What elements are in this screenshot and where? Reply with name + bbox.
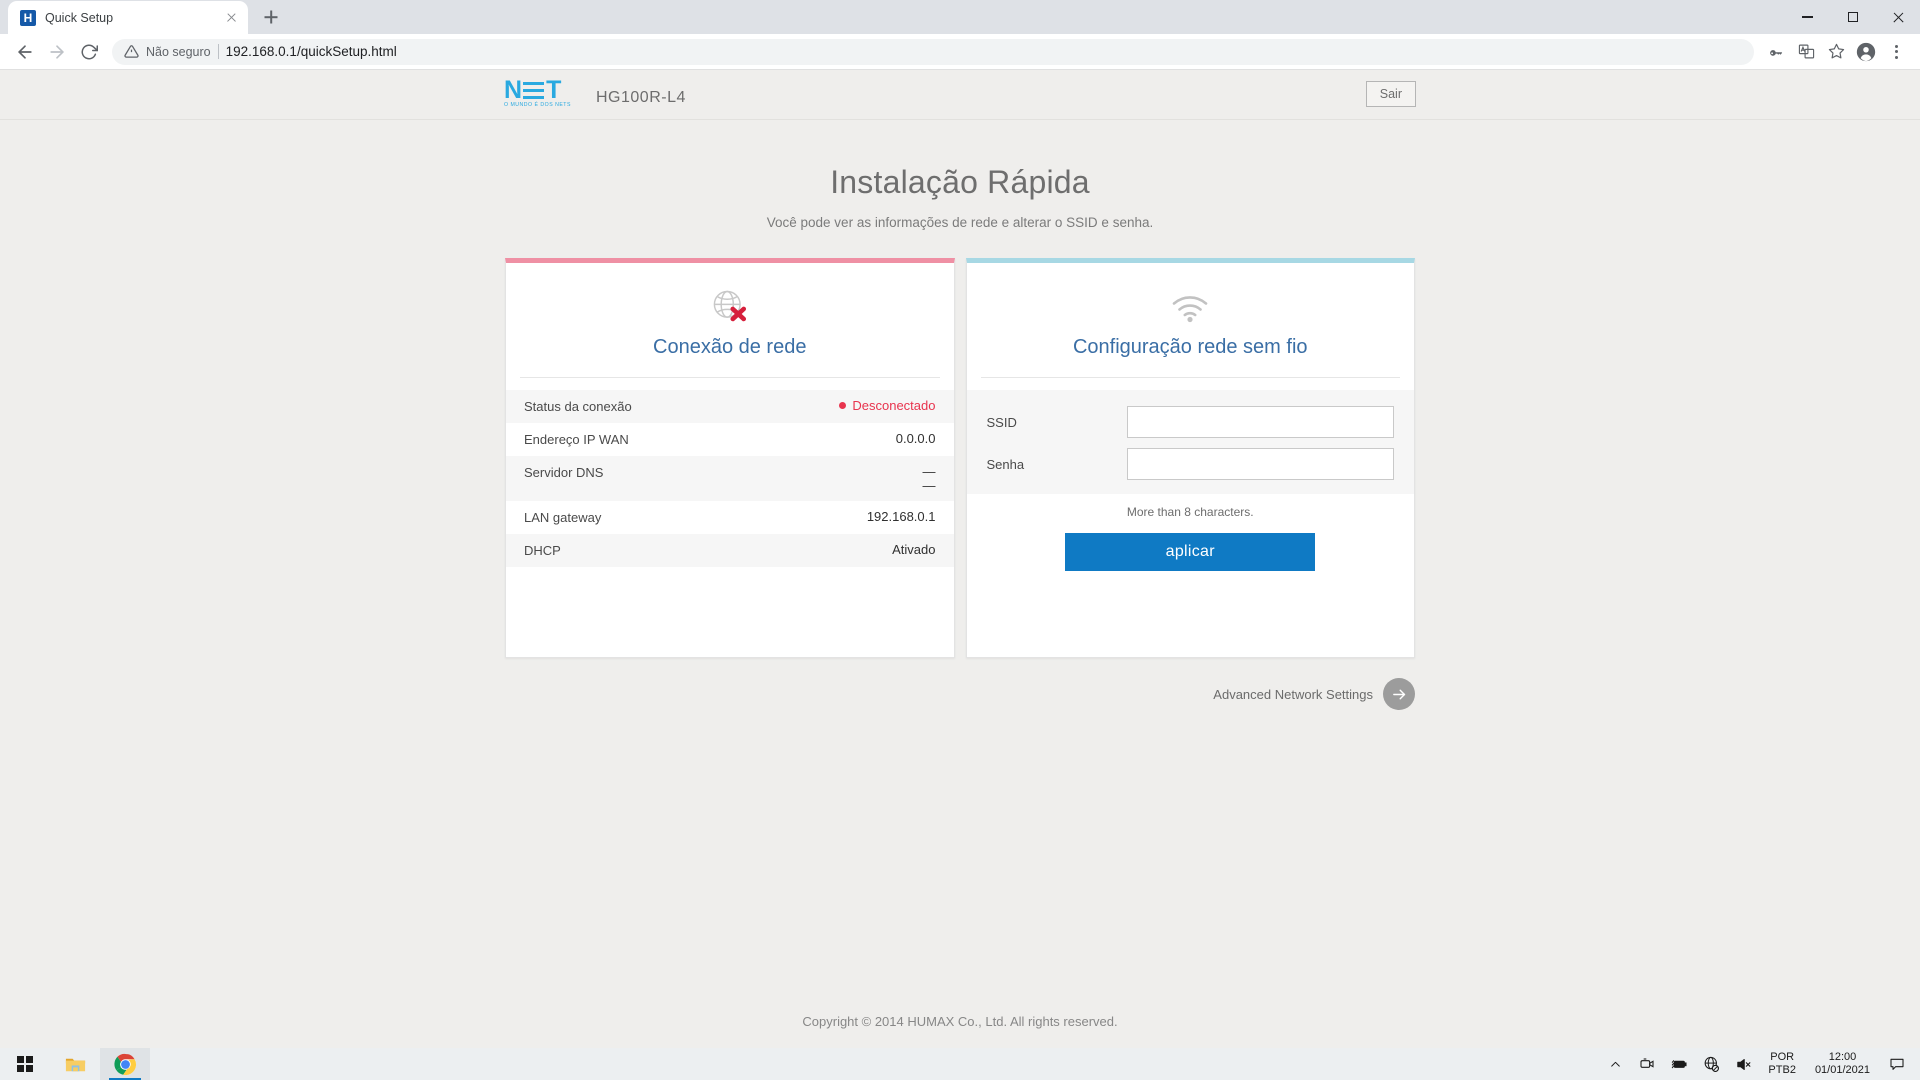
cards-container: Conexão de rede Status da conexão Descon…	[505, 258, 1415, 658]
clock-time: 12:00	[1828, 1051, 1857, 1063]
page-title: Instalação Rápida	[830, 164, 1090, 200]
system-tray: POR PTB2 12:00 01/01/2021	[1599, 1048, 1920, 1080]
network-card-title: Conexão de rede	[653, 336, 807, 358]
clock-date: 01/01/2021	[1814, 1064, 1870, 1076]
row-value: Desconectado	[852, 398, 936, 413]
row-label: LAN gateway	[524, 510, 602, 526]
url-text: 192.168.0.1/quickSetup.html	[225, 44, 397, 59]
network-card-header: Conexão de rede	[506, 263, 954, 377]
ssid-label: SSID	[986, 414, 1017, 430]
tab-strip: H Quick Setup	[0, 0, 1920, 34]
password-key-icon[interactable]	[1762, 38, 1790, 66]
wireless-setup-card: Configuração rede sem fio SSID Senha Mor…	[965, 258, 1415, 658]
password-field-row: Senha	[967, 448, 1415, 480]
row-value: — —	[922, 464, 936, 493]
net-logo-bars	[523, 82, 545, 99]
logout-button[interactable]: Sair	[1365, 81, 1416, 107]
language-line2: PTB2	[1768, 1064, 1796, 1076]
close-window-button[interactable]	[1875, 0, 1920, 34]
windows-taskbar: POR PTB2 12:00 01/01/2021	[0, 1048, 1920, 1080]
wireless-card-header: Configuração rede sem fio	[967, 263, 1415, 377]
warning-icon	[124, 44, 139, 59]
language-indicator[interactable]: POR PTB2	[1759, 1051, 1805, 1077]
row-label: Status da conexão	[524, 399, 632, 414]
password-label: Senha	[986, 456, 1025, 472]
row-value: Ativado	[892, 542, 936, 558]
battery-icon[interactable]	[1663, 1048, 1695, 1080]
chrome-icon[interactable]	[100, 1048, 150, 1080]
brand: N T O MUNDO É DOS NETS HG100R-L4	[504, 76, 686, 109]
ssid-field-row: SSID	[967, 406, 1415, 438]
row-value: 0.0.0.0	[895, 431, 936, 446]
row-value: 192.168.0.1	[866, 509, 936, 525]
maximize-button[interactable]	[1830, 0, 1875, 34]
arrow-right-icon[interactable]	[1383, 678, 1415, 710]
windows-start-icon[interactable]	[0, 1048, 50, 1080]
network-connection-card: Conexão de rede Status da conexão Descon…	[505, 258, 955, 658]
speaker-muted-icon[interactable]	[1727, 1048, 1759, 1080]
row-label: Servidor DNS	[524, 465, 604, 480]
net-logo-tagline: O MUNDO É DOS NETS	[504, 102, 571, 108]
new-tab-button[interactable]	[257, 3, 285, 31]
three-dot-menu-icon[interactable]	[1882, 38, 1910, 66]
reload-icon[interactable]	[74, 37, 104, 67]
tab-title: Quick Setup	[45, 10, 114, 25]
chevron-up-icon[interactable]	[1599, 1048, 1631, 1080]
network-disconnected-icon[interactable]	[1695, 1048, 1727, 1080]
device-model: HG100R-L4	[596, 89, 686, 106]
minimize-button[interactable]	[1785, 0, 1830, 34]
advanced-settings-link[interactable]: Advanced Network Settings	[505, 678, 1415, 710]
apply-button[interactable]: aplicar	[1065, 533, 1316, 571]
row-label: Endereço IP WAN	[524, 432, 629, 447]
table-row: Endereço IP WAN 0.0.0.0	[506, 423, 954, 456]
wireless-form: SSID Senha	[966, 390, 1415, 494]
browser-tab[interactable]: H Quick Setup	[8, 1, 248, 34]
wireless-card-divider	[980, 377, 1400, 378]
taskbar-apps	[0, 1048, 150, 1080]
copyright-text: Copyright © 2014 HUMAX Co., Ltd. All rig…	[802, 1014, 1118, 1029]
ssid-input[interactable]	[1126, 406, 1394, 438]
webcam-icon[interactable]	[1631, 1048, 1663, 1080]
globe-disconnected-icon	[506, 285, 954, 331]
row-label: DHCP	[524, 543, 561, 559]
address-bar[interactable]: Não seguro 192.168.0.1/quickSetup.html	[112, 38, 1754, 65]
status-dot-icon	[839, 402, 847, 410]
translate-icon[interactable]	[1792, 38, 1820, 66]
advanced-settings-label: Advanced Network Settings	[1213, 686, 1373, 702]
net-logo: N T O MUNDO É DOS NETS	[504, 76, 582, 109]
window-controls	[1785, 0, 1920, 34]
status-badge: Desconectado	[839, 398, 936, 413]
main-content: Instalação Rápida Você pode ver as infor…	[0, 120, 1920, 710]
profile-avatar-icon[interactable]	[1852, 38, 1880, 66]
close-tab-icon[interactable]	[223, 9, 240, 26]
network-card-divider	[520, 377, 940, 378]
net-logo-letters: N	[504, 76, 522, 104]
file-explorer-icon[interactable]	[50, 1048, 100, 1080]
forward-arrow-icon[interactable]	[42, 37, 72, 67]
page-content: N T O MUNDO É DOS NETS HG100R-L4 Sair In…	[0, 70, 1920, 1048]
password-input[interactable]	[1126, 448, 1394, 480]
network-info-table: Status da conexão Desconectado Endereço …	[506, 390, 954, 568]
table-row: LAN gateway 192.168.0.1	[506, 501, 954, 534]
wifi-icon	[967, 285, 1415, 331]
notification-icon[interactable]	[1880, 1048, 1914, 1080]
password-hint: More than 8 characters.	[1126, 505, 1254, 519]
table-row: Status da conexão Desconectado	[506, 390, 954, 423]
taskbar-clock[interactable]: 12:00 01/01/2021	[1805, 1051, 1880, 1077]
table-row: DHCP Ativado	[506, 534, 954, 568]
security-status-text: Não seguro	[146, 44, 211, 59]
wireless-card-title: Configuração rede sem fio	[1072, 336, 1308, 358]
browser-window: H Quick Setup Não seguro 192.168.0.1/qui…	[0, 0, 1920, 1048]
omnibox-divider	[217, 44, 219, 59]
humax-favicon: H	[20, 9, 36, 26]
net-logo-t: T	[546, 76, 561, 104]
back-arrow-icon[interactable]	[10, 37, 40, 67]
bookmark-star-icon[interactable]	[1822, 38, 1850, 66]
browser-toolbar: Não seguro 192.168.0.1/quickSetup.html	[0, 34, 1920, 70]
table-row: Servidor DNS — —	[506, 456, 954, 502]
page-subtitle: Você pode ver as informações de rede e a…	[766, 215, 1154, 230]
site-header: N T O MUNDO É DOS NETS HG100R-L4 Sair	[0, 70, 1920, 120]
language-line1: POR	[1770, 1051, 1795, 1063]
